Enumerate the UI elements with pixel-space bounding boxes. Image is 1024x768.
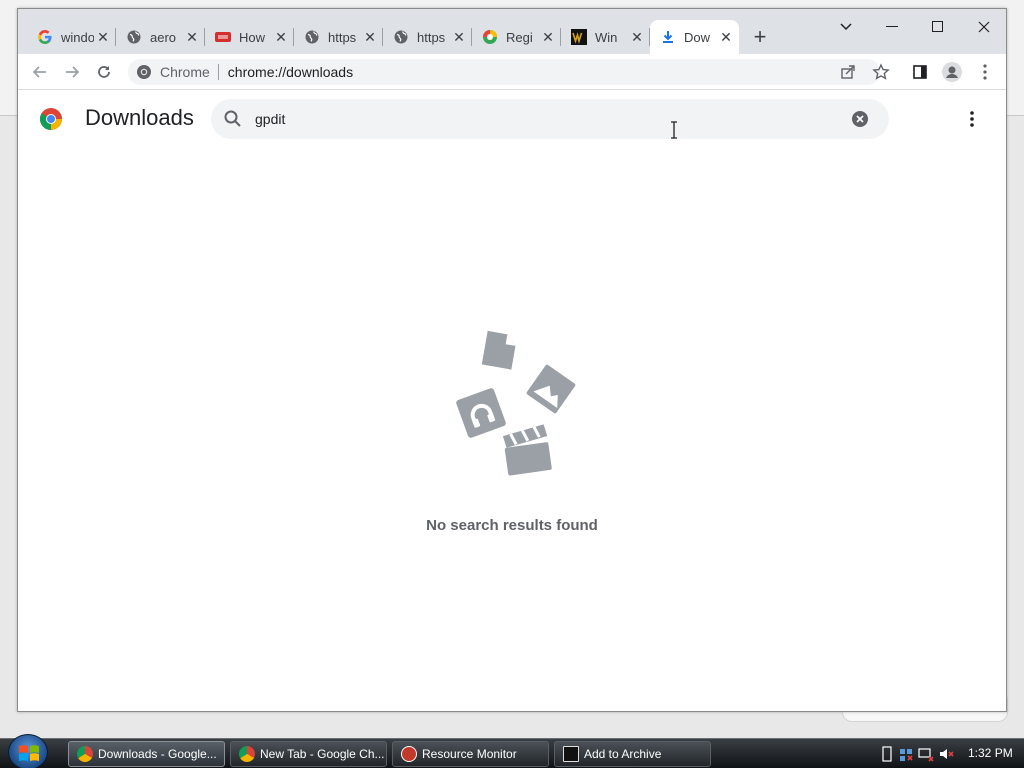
empty-state-message: No search results found <box>426 517 598 534</box>
action-center-icon[interactable] <box>898 746 914 762</box>
close-window-button[interactable] <box>966 15 1002 39</box>
close-tab-icon[interactable]: ✕ <box>450 28 468 46</box>
tab-title: Win <box>595 29 618 45</box>
taskbar-item-label: New Tab - Google Ch... <box>260 747 385 761</box>
taskbar-item-downloads-chrome[interactable]: Downloads - Google... <box>68 741 225 767</box>
forward-arrow-icon[interactable] <box>60 60 84 84</box>
tab-title: How <box>239 29 266 45</box>
w-icon <box>571 29 587 45</box>
close-tab-icon[interactable]: ✕ <box>183 28 201 46</box>
image-icon <box>526 364 576 414</box>
taskbar-clock[interactable]: 1:32 PM <box>968 746 1013 760</box>
site-icon <box>215 29 231 45</box>
url-text: chrome://downloads <box>227 64 354 80</box>
tab-strip: windo ✕ aero ✕ How ✕ https ✕ https ✕ Reg… <box>18 9 1006 54</box>
search-input[interactable] <box>255 109 815 129</box>
browser-toolbar: Chrome chrome://downloads <box>18 54 1006 90</box>
taskbar-item-label: Add to Archive <box>584 747 662 761</box>
profile-avatar-icon[interactable] <box>940 60 964 84</box>
page-title: Downloads <box>85 105 194 130</box>
tab-title: aero <box>150 29 177 45</box>
side-panel-icon[interactable] <box>908 60 932 84</box>
taskbar-item-label: Downloads - Google... <box>98 747 217 761</box>
bookmark-star-icon[interactable] <box>872 63 890 81</box>
reload-icon[interactable] <box>92 60 116 84</box>
text-cursor-icon <box>671 121 677 139</box>
chrome-window: windo ✕ aero ✕ How ✕ https ✕ https ✕ Reg… <box>17 8 1007 712</box>
close-tab-icon[interactable]: ✕ <box>717 28 735 46</box>
close-tab-icon[interactable]: ✕ <box>361 28 379 46</box>
edge-icon <box>482 29 498 45</box>
close-tab-icon[interactable]: ✕ <box>539 28 557 46</box>
audio-icon <box>456 388 506 438</box>
maximize-button[interactable] <box>920 15 956 39</box>
taskbar-item-resource-monitor[interactable]: Resource Monitor <box>392 741 549 767</box>
tab-win[interactable]: Win ✕ <box>561 20 650 54</box>
tab-aero[interactable]: aero ✕ <box>116 20 205 54</box>
downloads-more-menu-icon[interactable] <box>960 107 984 131</box>
share-icon[interactable] <box>840 64 856 80</box>
resource-monitor-icon <box>401 746 417 762</box>
tab-google-search[interactable]: windo ✕ <box>27 20 116 54</box>
close-tab-icon[interactable]: ✕ <box>94 28 112 46</box>
system-tray <box>880 743 954 765</box>
taskbar-item-new-tab-chrome[interactable]: New Tab - Google Ch... <box>230 741 387 767</box>
tab-title: Dow <box>684 29 711 45</box>
globe-icon <box>393 29 409 45</box>
downloads-header: Downloads <box>18 91 1006 147</box>
tab-regi[interactable]: Regi ✕ <box>472 20 561 54</box>
chrome-site-icon <box>137 65 151 79</box>
address-divider <box>217 64 219 80</box>
globe-icon <box>126 29 142 45</box>
address-bar[interactable]: Chrome chrome://downloads <box>128 59 890 85</box>
chrome-icon <box>239 746 255 762</box>
chrome-menu-icon[interactable] <box>973 60 997 84</box>
start-button[interactable] <box>8 734 48 768</box>
tab-title: https <box>417 29 446 45</box>
back-arrow-icon[interactable] <box>28 60 52 84</box>
site-label: Chrome <box>160 64 210 80</box>
tab-how[interactable]: How ✕ <box>205 20 294 54</box>
usb-device-icon[interactable] <box>880 746 894 762</box>
download-icon <box>660 29 676 45</box>
tab-title: https <box>328 29 357 45</box>
volume-muted-icon[interactable] <box>938 746 954 762</box>
downloads-search[interactable] <box>211 99 889 139</box>
file-icon <box>481 330 516 370</box>
tab-search-chevron-icon[interactable] <box>828 15 864 39</box>
downloads-page: Downloads gpdit No search results found <box>18 91 1006 711</box>
globe-icon <box>304 29 320 45</box>
windows-taskbar: Downloads - Google... New Tab - Google C… <box>0 734 1024 768</box>
search-icon <box>224 110 241 127</box>
clear-search-icon[interactable] <box>851 110 869 128</box>
empty-downloads-illustration <box>456 330 576 476</box>
tab-title: Regi <box>506 29 533 45</box>
windows-logo-icon <box>19 745 39 761</box>
taskbar-item-label: Resource Monitor <box>422 747 517 761</box>
tab-https-2[interactable]: https ✕ <box>383 20 472 54</box>
chrome-icon <box>77 746 93 762</box>
chrome-logo-icon <box>40 108 62 130</box>
video-clapper-icon <box>502 424 552 476</box>
close-tab-icon[interactable]: ✕ <box>628 28 646 46</box>
taskbar-item-add-to-archive[interactable]: Add to Archive <box>554 741 711 767</box>
tab-title: windo <box>61 29 94 45</box>
new-tab-button[interactable]: + <box>749 24 771 49</box>
7zip-icon <box>563 746 579 762</box>
close-tab-icon[interactable]: ✕ <box>272 28 290 46</box>
minimize-button[interactable] <box>874 15 910 39</box>
tab-https-1[interactable]: https ✕ <box>294 20 383 54</box>
google-icon <box>37 29 53 45</box>
tab-downloads[interactable]: Dow ✕ <box>650 20 739 54</box>
network-icon[interactable] <box>918 746 934 762</box>
